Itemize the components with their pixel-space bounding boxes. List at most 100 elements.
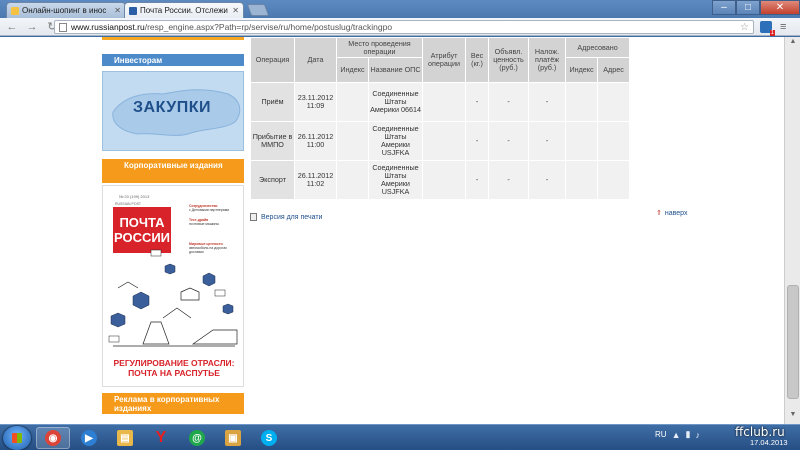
language-indicator[interactable]: RU [655,430,667,439]
magazine-issue: № 20 (199) 2013 [119,194,150,199]
maximize-button[interactable]: □ [736,0,760,15]
tab-online-shopping[interactable]: Онлайн-шопинг в инос ✕ [6,2,126,18]
bookmark-star-icon[interactable]: ☆ [740,22,749,33]
taskbar-explorer[interactable]: ▤ [108,427,142,449]
cell-weight: - [465,121,490,161]
cell-index [336,160,369,200]
header-index: Индекс [336,57,369,83]
print-version-label: Версия для печати [261,213,323,221]
tray-arrow-icon[interactable]: ▲ [672,430,681,440]
windows-logo-icon [12,433,22,443]
printer-icon [250,213,257,221]
cell-operation: Приём [250,82,295,122]
tab-close-icon[interactable]: ✕ [232,6,239,15]
tab-favicon-icon [11,6,19,15]
cell-addr-index [565,82,599,122]
cell-weight: - [465,82,490,122]
taskbar-photo-viewer[interactable]: ▣ [216,427,250,449]
cell-index [336,121,369,161]
header-weight: Вес (кг.) [465,37,490,83]
table-row: Экспорт 26.11.2012 11:02 Соединенные Шта… [250,160,631,200]
watermark: ffclub.ru [735,425,785,439]
chrome-icon: ◉ [45,430,61,446]
table-header-row: Операция Дата Место проведения операции … [250,37,631,83]
header-attribute: Атрибут операции [422,37,467,83]
magazine-brand: RUSSIAN POST [115,202,142,206]
url-host: www.russianpost.ru [71,22,145,32]
yandex-icon: Y [155,429,167,446]
network-icon[interactable]: ▮ [685,429,690,440]
url-text: www.russianpost.ru/resp_engine.aspx?Path… [71,22,392,32]
header-date: Дата [294,37,337,83]
header-place: Место проведения операции [335,37,424,58]
windows-taskbar: ◉ ▶ ▤ Y @ ▣ S RU ▲ ▮ ♪ 17.04.2013 [0,424,800,450]
scroll-up-icon[interactable]: ▲ [787,38,799,50]
clock-date[interactable]: 17.04.2013 [750,438,788,447]
cell-ops-name: Соединенные Штаты Америки USJFKA [367,121,424,161]
cell-ops-name: Соединенные Штаты Америки 06614 [367,82,424,122]
cell-weight: - [465,160,490,200]
magazine-teaser-1: Сотрудничество с Деловыми партнерами [189,204,230,212]
magazine-logo-line2: РОССИИ [113,230,171,245]
skype-icon: S [261,430,277,446]
print-version-link[interactable]: Версия для печати [250,213,322,221]
cell-attribute [422,82,467,122]
header-operation: Операция [250,37,295,83]
table-row: Прибытие в ММПО 26.11.2012 11:00 Соедине… [250,121,631,161]
media-player-icon: ▶ [81,430,97,446]
investors-link[interactable]: Инвесторам [102,54,244,66]
minimize-button[interactable]: – [712,0,736,15]
extension-mail-icon[interactable]: 1 [760,21,775,36]
magazine-cover[interactable]: № 20 (199) 2013 RUSSIAN POST ПОЧТА РОССИ… [102,185,244,387]
scrollbar-thumb[interactable] [787,285,799,399]
table-row: Приём 23.11.2012 11:09 Соединенные Штаты… [250,82,631,122]
back-to-top-link[interactable]: ⇑ наверх [656,209,687,218]
web-page: Инвесторам ЗАКУПКИ Корпоративные издания… [0,37,784,424]
taskbar-mail-agent[interactable]: @ [180,427,214,449]
tab-title: Почта России. Отслежи [140,6,228,15]
address-bar[interactable]: www.russianpost.ru/resp_engine.aspx?Path… [54,20,754,34]
ads-in-publications-link[interactable]: Реклама в корпоративных изданиях [102,393,244,414]
magazine-caption: РЕГУЛИРОВАНИЕ ОТРАСЛИ: ПОЧТА НА РАСПУТЬЕ [113,358,235,378]
tab-close-icon[interactable]: ✕ [114,6,121,15]
cell-date: 23.11.2012 11:09 [294,82,337,122]
window-controls: – □ ✕ [712,0,800,16]
cell-date: 26.11.2012 11:02 [294,160,337,200]
taskbar-yandex[interactable]: Y [144,427,178,449]
magazine-illustration-icon [108,249,238,347]
cell-attribute [422,160,467,200]
taskbar-skype[interactable]: S [252,427,286,449]
cell-declared-value: - [488,121,530,161]
header-addressed: Адресовано [565,37,631,58]
sidebar-top-accent [102,37,244,40]
header-addr-index: Индекс [565,57,599,83]
cell-cod: - [528,121,567,161]
header-ops-name: Название ОПС [367,57,424,83]
close-window-button[interactable]: ✕ [760,0,800,15]
volume-icon[interactable]: ♪ [695,430,700,440]
start-button[interactable] [3,426,31,450]
cell-date: 26.11.2012 11:00 [294,121,337,161]
scroll-down-icon[interactable]: ▼ [787,411,799,423]
tab-russian-post-tracking[interactable]: Почта России. Отслежи ✕ [124,2,244,18]
zakupki-label: ЗАКУПКИ [133,99,211,116]
forward-arrow-icon[interactable]: → [24,19,40,35]
tab-strip: Онлайн-шопинг в инос ✕ Почта России. Отс… [0,0,800,18]
cell-declared-value: - [488,160,530,200]
zakupki-banner[interactable]: ЗАКУПКИ [102,71,244,151]
menu-wrench-icon[interactable]: ≡ [780,21,786,33]
up-arrow-icon: ⇑ [656,210,662,217]
cell-addr-index [565,160,599,200]
taskbar-chrome[interactable]: ◉ [36,427,70,449]
taskbar-media-player[interactable]: ▶ [72,427,106,449]
corporate-publications-link[interactable]: Корпоративные издания [102,159,244,183]
header-cod: Налож. платёж (руб.) [528,37,567,83]
back-arrow-icon[interactable]: ← [4,19,20,35]
photo-viewer-icon: ▣ [225,430,241,446]
cell-ops-name: Соединенные Штаты Америки USJFKA [367,160,424,200]
vertical-scrollbar[interactable]: ▲ ▼ [784,37,800,424]
magazine-logo-line1: ПОЧТА [119,215,165,230]
tab-title: Онлайн-шопинг в инос [22,6,107,15]
new-tab-button[interactable] [246,4,270,16]
magazine-teaser-2: Тест-драйв почтовые машины [189,218,219,226]
